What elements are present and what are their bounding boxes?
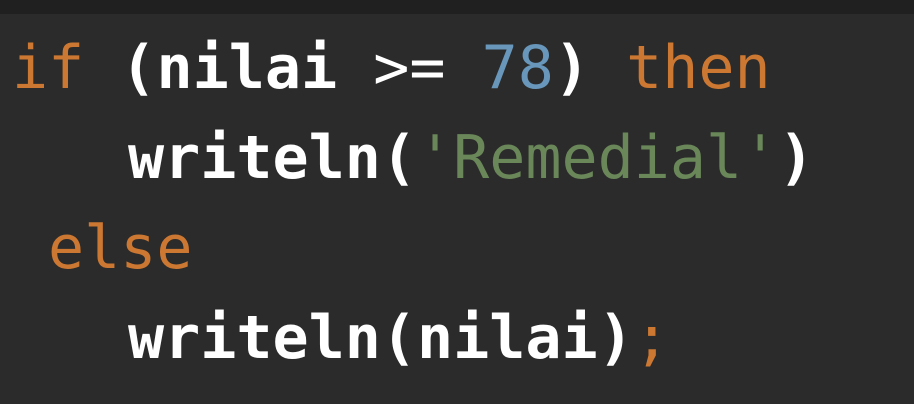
variable-nilai: nilai [156,33,338,103]
number-literal: 78 [481,33,554,103]
string-literal: 'Remedial' [417,123,779,193]
close-paren: ) [553,33,590,103]
argument-nilai: nilai [417,303,598,373]
function-writeln: writeln [128,123,381,193]
open-paren: ( [380,123,417,193]
code-line-1: if (nilai >= 78) then [12,28,771,108]
code-line-2: writeln('Remedial') [128,118,814,198]
keyword-then: then [626,33,771,103]
operator-gte: >= [373,33,446,103]
open-paren: ( [120,33,157,103]
code-line-3: else [48,208,193,288]
keyword-if: if [12,33,85,103]
code-line-4: writeln(nilai); [128,298,670,378]
open-paren: ( [380,303,417,373]
code-editor[interactable]: if (nilai >= 78) then writeln('Remedial'… [0,0,914,404]
function-writeln: writeln [128,303,381,373]
close-paren: ) [597,303,634,373]
close-paren: ) [778,123,815,193]
semicolon: ; [633,303,670,373]
keyword-else: else [48,213,193,283]
